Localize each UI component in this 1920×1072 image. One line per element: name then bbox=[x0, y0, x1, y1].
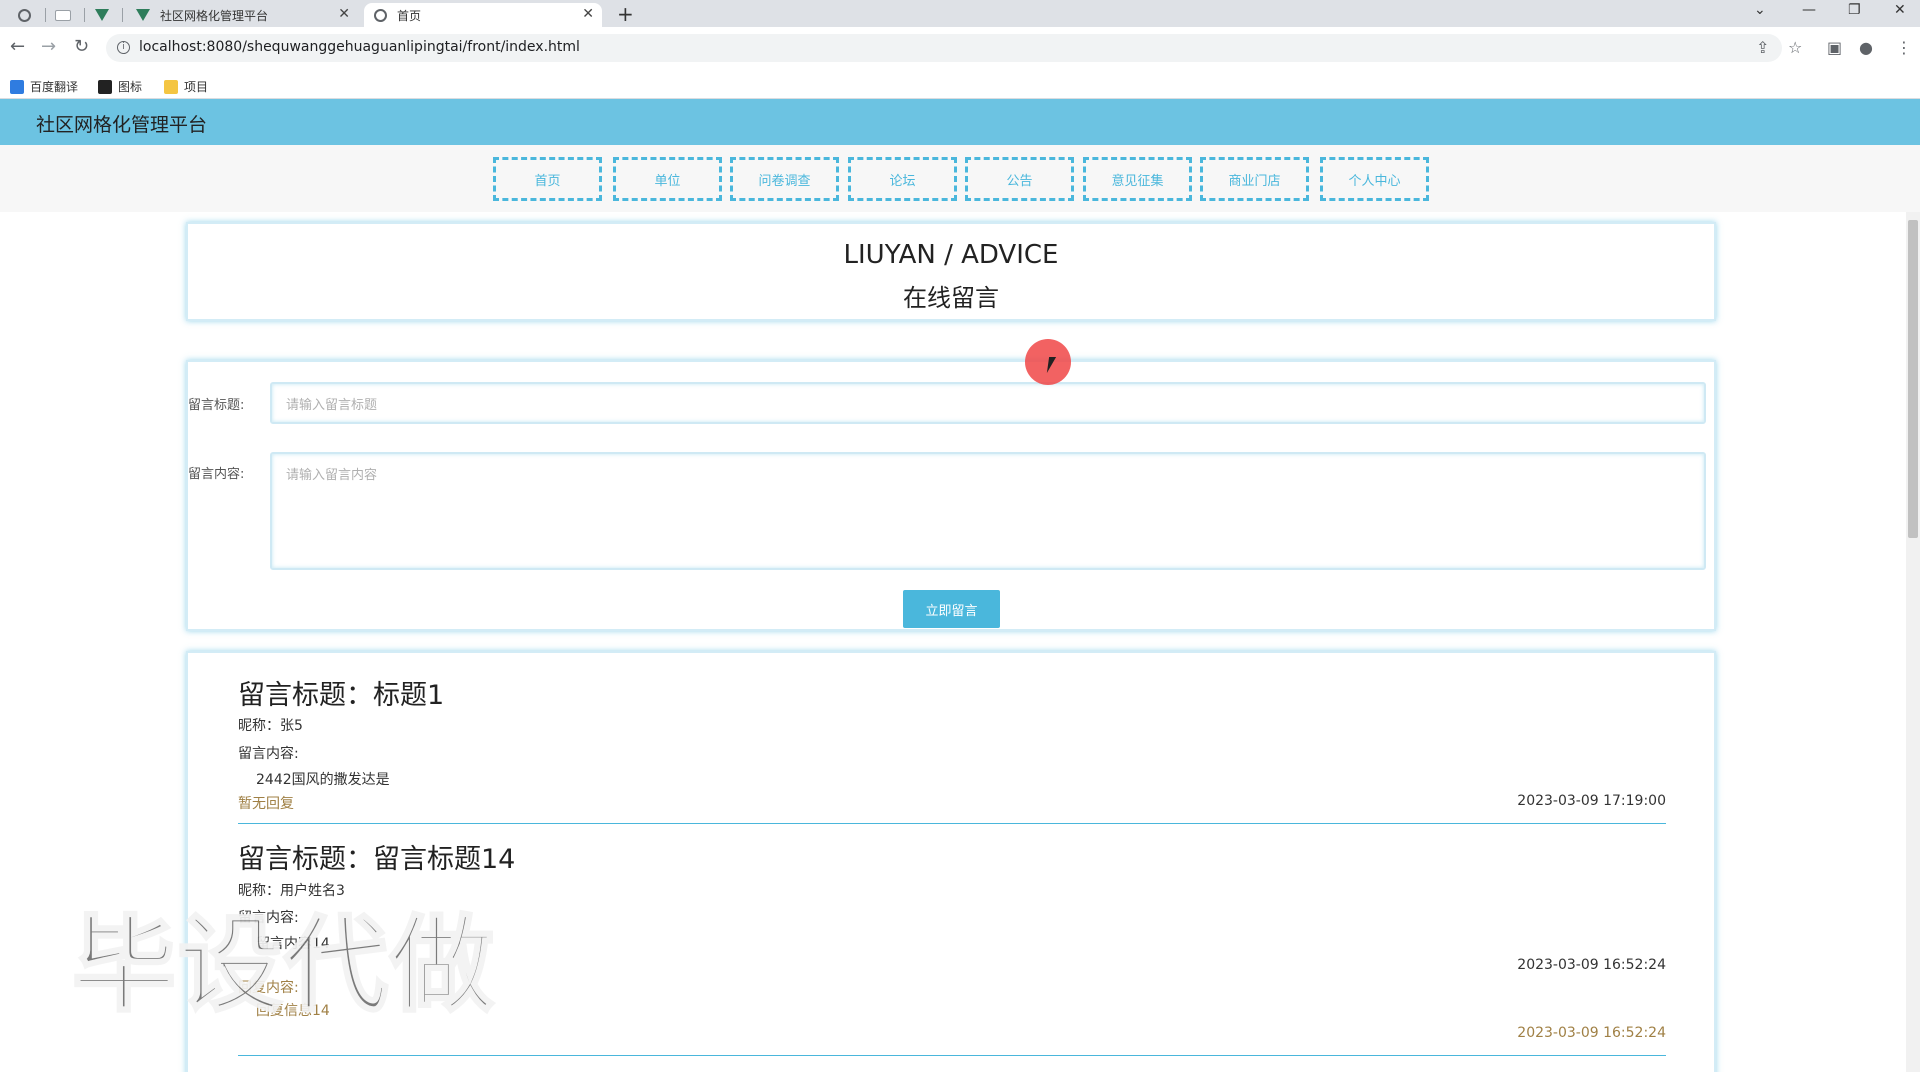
bookmark-icon bbox=[98, 79, 112, 94]
list-item: 留言标题：标题1 昵称：张5 留言内容: 2442国风的撒发达是 暂无回复 20… bbox=[238, 653, 1666, 825]
bookmarks-bar: 百度翻译 图标 项目 bbox=[0, 69, 1920, 99]
nav-home[interactable]: 首页 bbox=[493, 157, 602, 201]
nav-announcement[interactable]: 公告 bbox=[965, 157, 1074, 201]
watermark: 毕设代做 bbox=[70, 903, 497, 1028]
url-text[interactable]: localhost:8080/shequwanggehuaguanlipingt… bbox=[139, 39, 580, 55]
reply-time: 2023-03-09 16:52:24 bbox=[1517, 1025, 1666, 1041]
sidebar-icon[interactable]: ▣ bbox=[1827, 38, 1842, 57]
menu-icon[interactable]: ⋮ bbox=[1896, 38, 1912, 57]
message-time: 2023-03-09 16:52:24 bbox=[1517, 957, 1666, 973]
reload-icon[interactable]: ↻ bbox=[74, 36, 89, 57]
profile-icon[interactable]: ● bbox=[1859, 38, 1873, 57]
tab-platform[interactable]: 社区网格化管理平台 ✕ bbox=[126, 3, 358, 27]
site-header: 社区网格化管理平台 bbox=[0, 99, 1920, 145]
star-icon[interactable]: ☆ bbox=[1788, 38, 1802, 57]
close-icon[interactable]: ✕ bbox=[582, 6, 594, 22]
message-title: 留言标题：留言标题14 bbox=[238, 844, 516, 875]
page-title-en: LIUYAN / ADVICE bbox=[843, 240, 1059, 270]
minimize-icon[interactable]: — bbox=[1802, 2, 1816, 18]
content-label: 留言内容: bbox=[188, 467, 245, 482]
tab-separator bbox=[122, 8, 123, 22]
forward-icon[interactable]: → bbox=[41, 36, 56, 57]
message-content-label: 留言内容: bbox=[238, 746, 299, 762]
tab-separator bbox=[84, 8, 85, 22]
vue-logo-icon bbox=[136, 9, 150, 21]
globe-icon bbox=[374, 8, 387, 22]
message-title: 留言标题：标题1 bbox=[238, 680, 445, 711]
folder-icon bbox=[164, 79, 178, 94]
divider bbox=[238, 1055, 1666, 1056]
bookmark-translate[interactable]: 百度翻译 bbox=[10, 78, 78, 95]
content-textarea[interactable]: 请输入留言内容 bbox=[270, 452, 1706, 570]
nav-units[interactable]: 单位 bbox=[613, 157, 722, 201]
tab-home[interactable]: 首页 ✕ bbox=[364, 3, 602, 27]
nav-stores[interactable]: 商业门店 bbox=[1200, 157, 1309, 201]
browser-tab-bar: 社区网格化管理平台 ✕ 首页 ✕ + ⌄ — ❐ ✕ bbox=[0, 0, 1920, 27]
new-tab-icon[interactable]: + bbox=[617, 2, 634, 26]
info-icon[interactable]: i bbox=[117, 41, 130, 54]
blank-page-icon bbox=[55, 9, 71, 21]
back-icon[interactable]: ← bbox=[10, 36, 25, 57]
tab-title: 首页 bbox=[397, 8, 422, 23]
nav-personal-center[interactable]: 个人中心 bbox=[1320, 157, 1429, 201]
scrollbar-thumb[interactable] bbox=[1908, 220, 1918, 538]
share-icon[interactable]: ⇪ bbox=[1756, 38, 1769, 57]
globe-tab-icon[interactable] bbox=[12, 3, 36, 27]
globe-icon bbox=[17, 8, 31, 22]
vue-logo-icon bbox=[95, 9, 109, 21]
vue-tab[interactable] bbox=[90, 3, 114, 27]
submit-button[interactable]: 立即留言 bbox=[903, 590, 1000, 628]
heading-card: LIUYAN / ADVICE 在线留言 bbox=[186, 222, 1716, 321]
bookmark-icons[interactable]: 图标 bbox=[98, 78, 142, 95]
nav-opinion[interactable]: 意见征集 bbox=[1083, 157, 1192, 201]
message-nickname: 昵称：张5 bbox=[238, 718, 303, 734]
main-nav: 首页 单位 问卷调查 论坛 公告 意见征集 商业门店 个人中心 bbox=[0, 145, 1920, 212]
message-form: 留言标题: 请输入留言标题 留言内容: 请输入留言内容 立即留言 bbox=[186, 360, 1716, 631]
bookmark-folder-projects[interactable]: 项目 bbox=[164, 78, 208, 95]
divider bbox=[238, 823, 1666, 824]
blank-tab[interactable] bbox=[50, 3, 76, 27]
close-window-icon[interactable]: ✕ bbox=[1894, 2, 1906, 18]
nav-survey[interactable]: 问卷调查 bbox=[730, 157, 839, 201]
reply-status: 暂无回复 bbox=[238, 796, 294, 812]
message-time: 2023-03-09 17:19:00 bbox=[1517, 793, 1666, 809]
page-title-cn: 在线留言 bbox=[903, 284, 999, 312]
translate-icon bbox=[10, 79, 24, 94]
message-content: 2442国风的撒发达是 bbox=[256, 772, 390, 788]
close-icon[interactable]: ✕ bbox=[338, 6, 350, 22]
tab-title: 社区网格化管理平台 bbox=[160, 8, 269, 23]
title-input[interactable]: 请输入留言标题 bbox=[270, 382, 1706, 424]
tab-separator bbox=[45, 8, 46, 22]
restore-icon[interactable]: ❐ bbox=[1848, 2, 1861, 18]
nav-forum[interactable]: 论坛 bbox=[848, 157, 957, 201]
chevron-down-icon[interactable]: ⌄ bbox=[1754, 2, 1766, 18]
scrollbar[interactable] bbox=[1906, 212, 1920, 1072]
title-label: 留言标题: bbox=[188, 398, 245, 413]
site-title: 社区网格化管理平台 bbox=[36, 114, 208, 136]
